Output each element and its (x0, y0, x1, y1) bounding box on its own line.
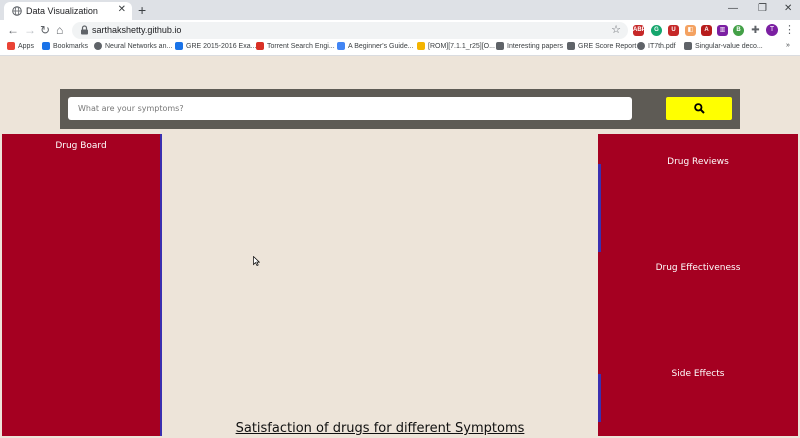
doc-icon (175, 42, 183, 50)
bookmark-rom[interactable]: [ROM][7.1.1_r25][O... (417, 42, 495, 50)
bookmarks-bar: Apps Bookmarks Neural Networks an... GRE… (0, 41, 800, 56)
adblock-extension-icon[interactable]: ABP (633, 25, 646, 36)
browser-toolbar: ← → ↻ ⌂ sarthakshetty.github.io ☆ ABP G … (0, 20, 800, 41)
drug-board-title: Drug Board (55, 141, 107, 151)
drug-effectiveness-link[interactable]: Drug Effectiveness (598, 263, 798, 273)
globe-icon (12, 6, 22, 16)
bookmark-svd[interactable]: Singular-value deco... (684, 42, 763, 50)
symptoms-search-input[interactable] (68, 97, 632, 120)
paper-icon (496, 42, 504, 50)
profile-avatar[interactable]: T (766, 24, 778, 36)
panel-accent (598, 374, 601, 422)
tab-title: Data Visualization (26, 6, 98, 16)
new-tab-icon[interactable]: + (138, 2, 146, 18)
reload-icon[interactable]: ↻ (40, 23, 50, 37)
bookmark-neural-networks[interactable]: Neural Networks an... (94, 42, 172, 50)
browser-titlebar: Data Visualization ✕ + — ❐ ✕ (0, 0, 800, 20)
globe-icon (637, 42, 645, 50)
bookmark-it7th[interactable]: IT7th.pdf (637, 42, 676, 50)
chart-extension-icon[interactable]: ▥ (717, 25, 728, 36)
search-icon (694, 103, 705, 114)
bookmarks-overflow-icon[interactable]: » (786, 42, 790, 49)
pdf-extension-icon[interactable]: A (701, 25, 712, 36)
bookmark-bookmarks[interactable]: Bookmarks (42, 42, 88, 50)
side-effects-link[interactable]: Side Effects (598, 369, 798, 379)
chart-title: Satisfaction of drugs for different Symp… (235, 421, 525, 436)
bookmark-gre-score[interactable]: GRE Score Report (567, 42, 636, 50)
star-icon (42, 42, 50, 50)
search-button[interactable] (666, 97, 732, 120)
mouse-cursor-icon (253, 256, 260, 266)
x-icon (256, 42, 264, 50)
link-icon (337, 42, 345, 50)
forward-arrow-icon[interactable]: → (24, 23, 36, 37)
lock-icon (81, 25, 88, 35)
apps-grid-icon (7, 42, 15, 50)
browser-tab[interactable]: Data Visualization ✕ (4, 2, 132, 20)
globe-icon (94, 42, 102, 50)
translate-extension-icon[interactable]: B (733, 25, 744, 36)
bookmark-star-icon[interactable]: ☆ (611, 23, 621, 36)
drug-reviews-link[interactable]: Drug Reviews (598, 157, 798, 167)
image-extension-icon[interactable]: ◧ (685, 25, 696, 36)
bookmark-torrent[interactable]: Torrent Search Engi... (256, 42, 335, 50)
search-bar (60, 89, 740, 129)
right-navigation-panel: Drug Reviews Drug Effectiveness Side Eff… (598, 134, 798, 436)
bookmark-gre-exams[interactable]: GRE 2015-2016 Exa... (175, 42, 256, 50)
restore-icon[interactable]: ❐ (758, 3, 767, 14)
minimize-icon[interactable]: — (728, 3, 738, 14)
panel-accent (598, 164, 601, 252)
back-arrow-icon[interactable]: ← (7, 23, 19, 37)
wiki-icon (684, 42, 692, 50)
close-window-icon[interactable]: ✕ (784, 3, 792, 14)
grammarly-extension-icon[interactable]: G (651, 25, 662, 36)
puzzle-extensions-icon[interactable]: ✚ (750, 25, 761, 36)
bookmark-apps[interactable]: Apps (7, 42, 34, 50)
ets-icon (567, 42, 575, 50)
bookmark-beginners-guide[interactable]: A Beginner's Guide... (337, 42, 414, 50)
url-text: sarthakshetty.github.io (92, 25, 182, 35)
bookmark-interesting-papers[interactable]: Interesting papers (496, 42, 563, 50)
drug-board-panel: Drug Board (2, 134, 162, 436)
address-bar[interactable]: sarthakshetty.github.io ☆ (72, 22, 628, 39)
menu-kebab-icon[interactable]: ⋮ (784, 23, 795, 36)
shield-extension-icon[interactable]: U (668, 25, 679, 36)
close-tab-icon[interactable]: ✕ (118, 4, 126, 15)
xda-icon (417, 42, 425, 50)
home-icon[interactable]: ⌂ (56, 23, 63, 37)
